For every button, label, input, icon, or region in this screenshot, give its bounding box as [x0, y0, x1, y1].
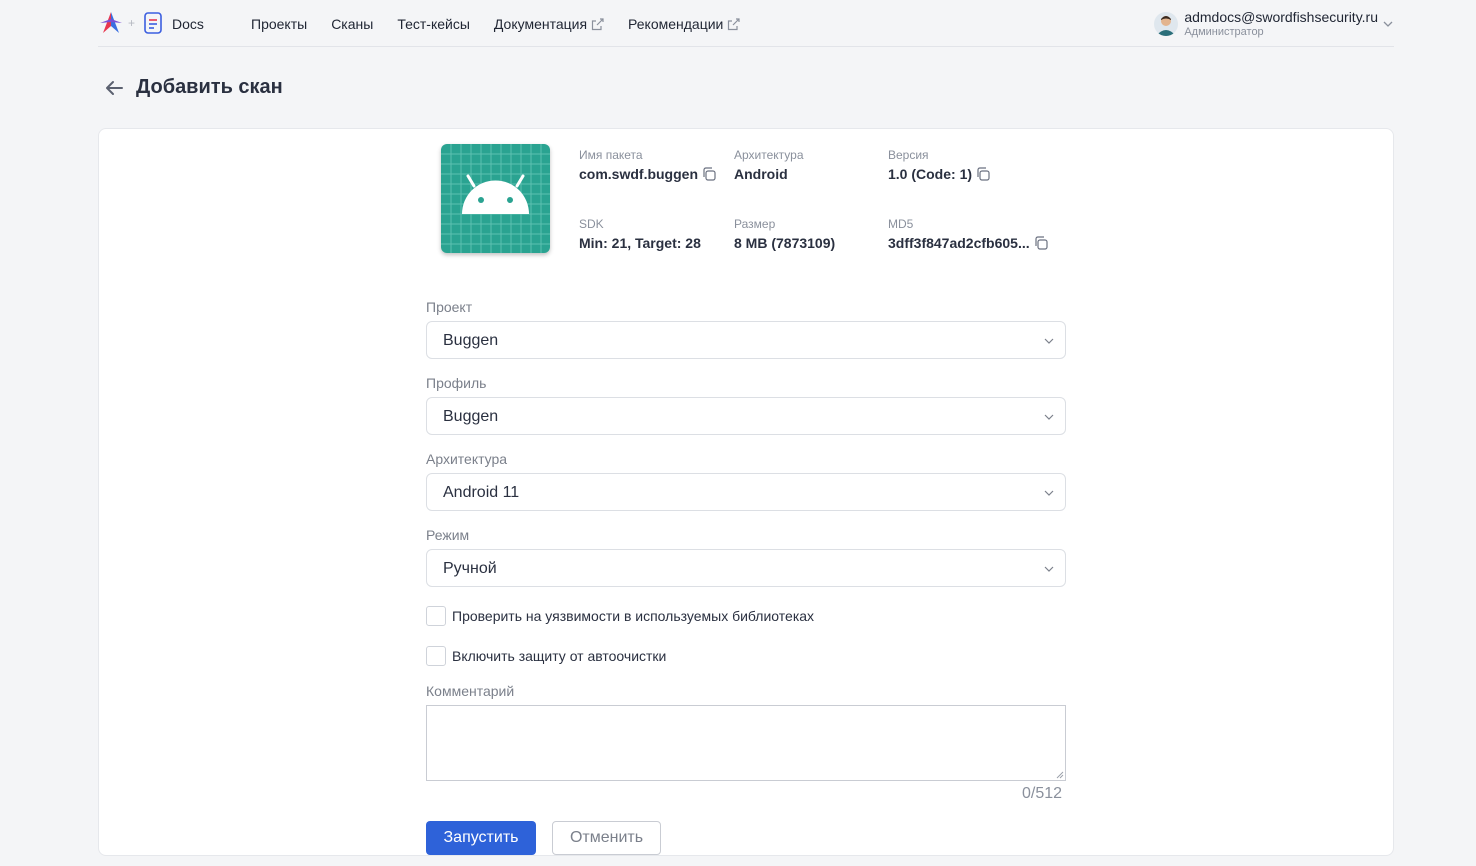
- md5-info: MD5 3dff3f847ad2cfb605...: [888, 217, 1048, 252]
- chevron-down-icon: [1044, 490, 1054, 496]
- main-nav: Проекты Сканы Тест-кейсы Документация Ре…: [251, 16, 740, 32]
- swordfish-logo-icon[interactable]: [98, 11, 124, 35]
- nav-item-test-cases[interactable]: Тест-кейсы: [397, 16, 470, 32]
- user-menu[interactable]: admdocs@swordfishsecurity.ru Администрат…: [1154, 8, 1394, 40]
- sdk-info: SDK Min: 21, Target: 28: [579, 217, 701, 252]
- comment-textarea[interactable]: [426, 705, 1066, 781]
- version-info: Версия 1.0 (Code: 1): [888, 148, 990, 183]
- nav-item-documentation[interactable]: Документация: [494, 16, 604, 32]
- mode-select-value: Ручной: [443, 560, 497, 577]
- mode-select[interactable]: Ручной: [426, 549, 1066, 587]
- profile-label: Профиль: [426, 375, 487, 391]
- nav-item-scans[interactable]: Сканы: [331, 16, 373, 32]
- cancel-button[interactable]: Отменить: [552, 821, 661, 855]
- check-libs-row: Проверить на уязвимости в используемых б…: [426, 606, 814, 626]
- project-label: Проект: [426, 299, 473, 315]
- sdk-value: Min: 21, Target: 28: [579, 235, 701, 251]
- size-value: 8 MB (7873109): [734, 235, 836, 251]
- check-libs-label[interactable]: Проверить на уязвимости в используемых б…: [452, 608, 814, 624]
- autoclean-row: Включить защиту от автоочистки: [426, 646, 666, 666]
- plus-separator: +: [128, 16, 136, 30]
- chevron-down-icon: [1044, 566, 1054, 572]
- profile-select[interactable]: Buggen: [426, 397, 1066, 435]
- comment-counter: 0/512: [1022, 785, 1063, 802]
- architecture-info: Архитектура Android: [734, 148, 804, 183]
- architecture-field-label: Архитектура: [426, 451, 508, 467]
- avatar: [1154, 12, 1179, 36]
- package-value: com.swdf.buggen: [579, 166, 698, 182]
- back-arrow-icon[interactable]: [104, 79, 124, 97]
- version-label: Версия: [888, 148, 929, 162]
- check-libs-checkbox[interactable]: [426, 606, 446, 626]
- copy-icon[interactable]: [976, 167, 990, 181]
- architecture-value: Android: [734, 166, 788, 182]
- copy-icon[interactable]: [702, 167, 716, 181]
- project-select[interactable]: Buggen: [426, 321, 1066, 359]
- sdk-label: SDK: [579, 217, 604, 231]
- add-scan-card: Имя пакета com.swdf.buggen Архитектура A…: [98, 128, 1394, 856]
- profile-select-value: Buggen: [443, 408, 499, 425]
- nav-item-recommendations[interactable]: Рекомендации: [628, 16, 740, 32]
- md5-value: 3dff3f847ad2cfb605...: [888, 235, 1030, 251]
- user-email: admdocs@swordfishsecurity.ru: [1184, 9, 1378, 25]
- project-select-value: Buggen: [443, 332, 499, 349]
- start-button[interactable]: Запустить: [426, 821, 536, 855]
- android-icon: [441, 144, 550, 253]
- size-label: Размер: [734, 217, 776, 231]
- page-title: Добавить скан: [136, 76, 283, 98]
- chevron-down-icon[interactable]: [1382, 18, 1394, 30]
- architecture-select-value: Android 11: [443, 484, 520, 501]
- autoclean-checkbox[interactable]: [426, 646, 446, 666]
- chevron-down-icon: [1044, 414, 1054, 420]
- nav-item-projects[interactable]: Проекты: [251, 16, 307, 32]
- external-link-icon: [591, 17, 604, 30]
- architecture-label: Архитектура: [734, 148, 804, 162]
- md5-label: MD5: [888, 217, 914, 231]
- architecture-select[interactable]: Android 11: [426, 473, 1066, 511]
- package-label: Имя пакета: [579, 148, 643, 162]
- docs-label[interactable]: Docs: [172, 16, 204, 32]
- copy-icon[interactable]: [1034, 236, 1048, 250]
- autoclean-label[interactable]: Включить защиту от автоочистки: [452, 648, 666, 664]
- version-value: 1.0 (Code: 1): [888, 166, 973, 182]
- size-info: Размер 8 MB (7873109): [734, 217, 835, 252]
- resize-handle-icon[interactable]: [1056, 771, 1064, 779]
- chevron-down-icon: [1044, 338, 1054, 344]
- comment-label: Комментарий: [426, 683, 515, 699]
- external-link-icon: [728, 17, 740, 30]
- top-navigation: + Docs Проекты Сканы Тест-кейсы Документ…: [98, 0, 1394, 47]
- mode-label: Режим: [426, 527, 470, 543]
- user-role: Администратор: [1184, 26, 1264, 38]
- document-icon[interactable]: [144, 12, 162, 34]
- package-info: Имя пакета com.swdf.buggen: [579, 148, 716, 183]
